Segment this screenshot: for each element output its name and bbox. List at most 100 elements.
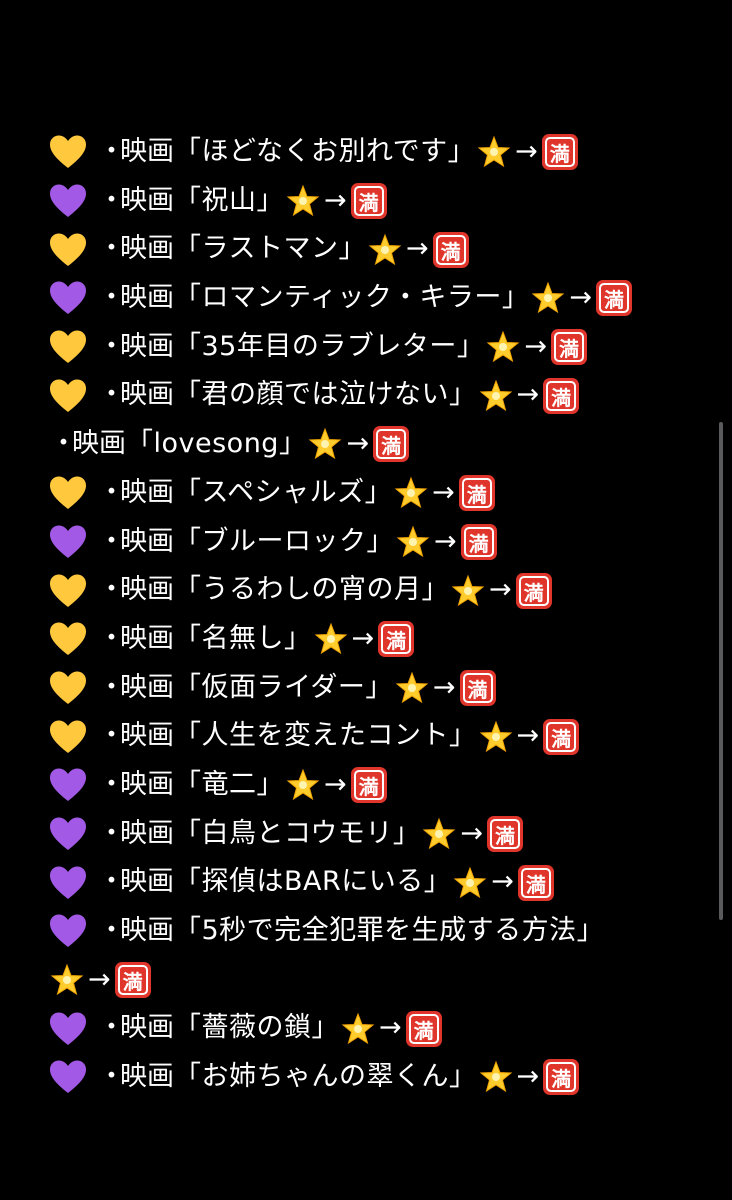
movie-prefix: 映画 (120, 622, 174, 654)
list-item: ・ 映画 「竜二」 → 満 (48, 761, 708, 810)
list-item: ・ 映画 「lovesong」 → 満 (48, 420, 708, 469)
note-list: ・ 映画 「ほどなくお別れです」 → 満 ・ 映画 「祝山」 → 満 ・ 映画 … (48, 128, 708, 1102)
bullet: ・ (98, 866, 125, 898)
list-item: ・ 映画 「ブルーロック」 → 満 (48, 518, 708, 567)
arrow: → (88, 963, 111, 995)
list-item: ・ 映画 「ほどなくお別れです」 → 満 (48, 128, 708, 177)
list-item: ・ 映画 「ラストマン」 → 満 (48, 225, 708, 274)
purple-heart-icon (48, 280, 88, 316)
bullet: ・ (98, 671, 125, 703)
movie-prefix: 映画 (120, 330, 174, 362)
full-badge-icon: 満 (350, 183, 387, 220)
arrow: → (524, 330, 547, 362)
list-item: ・ 映画 「うるわしの宵の月」 → 満 (48, 566, 708, 615)
bullet: ・ (98, 720, 125, 752)
arrow: → (569, 282, 592, 314)
arrow: → (324, 184, 347, 216)
arrow: → (460, 817, 484, 849)
movie-prefix: 映画 (120, 1012, 174, 1044)
full-badge-icon: 満 (517, 864, 554, 901)
bullet: ・ (98, 379, 125, 411)
list-item: ・ 映画 「人生を変えたコント」 → 満 (48, 712, 708, 761)
movie-prefix: 映画 (120, 866, 174, 898)
list-item-continuation: → 満 (48, 956, 708, 1005)
glowing-star-icon (453, 866, 487, 900)
scrollbar[interactable] (719, 422, 723, 920)
movie-prefix: 映画 (120, 768, 174, 800)
list-item: ・ 映画 「薔薇の鎖」 → 満 (48, 1004, 708, 1053)
full-badge-icon: 満 (459, 669, 496, 706)
glowing-star-icon (395, 671, 429, 705)
glowing-star-icon (50, 963, 84, 997)
movie-title: 「お姉ちゃんの翠くん」 (174, 1061, 477, 1093)
movie-prefix: 映画 (120, 184, 174, 216)
arrow: → (516, 720, 540, 752)
movie-prefix: 映画 (120, 379, 174, 411)
glowing-star-icon (531, 281, 565, 315)
glowing-star-icon (394, 476, 428, 510)
list-item: ・ 映画 「お姉ちゃんの翠くん」 → 満 (48, 1053, 708, 1102)
movie-prefix: 映画 (120, 282, 174, 314)
list-item: ・ 映画 「仮面ライダー」 → 満 (48, 664, 708, 713)
movie-title: 「lovesong」 (126, 428, 307, 460)
arrow: → (434, 525, 457, 557)
bullet: ・ (98, 768, 125, 800)
yellow-heart-icon (48, 670, 88, 706)
movie-prefix: 映画 (120, 476, 174, 508)
bullet: ・ (98, 817, 125, 849)
movie-title: 「祝山」 (174, 184, 284, 216)
list-item: ・ 映画 「祝山」 → 満 (48, 177, 708, 226)
purple-heart-icon (48, 865, 88, 901)
arrow: → (346, 428, 370, 460)
bullet: ・ (98, 525, 125, 557)
list-item: ・ 映画 「探偵はBARにいる」 → 満 (48, 858, 708, 907)
movie-title: 「うるわしの宵の月」 (174, 574, 449, 606)
movie-prefix: 映画 (120, 720, 174, 752)
bullet: ・ (98, 622, 125, 654)
list-item: ・ 映画 「ロマンティック・キラー」 → 満 (48, 274, 708, 323)
movie-title: 「ブルーロック」 (174, 525, 394, 557)
movie-title: 「ラストマン」 (174, 233, 366, 265)
arrow: → (324, 768, 347, 800)
purple-heart-icon (48, 913, 88, 949)
bullet: ・ (98, 136, 125, 167)
glowing-star-icon (308, 427, 342, 461)
movie-prefix: 映画 (120, 136, 174, 167)
movie-title: 「名無し」 (174, 622, 312, 654)
bullet: ・ (98, 282, 125, 314)
movie-title: 「5秒で完全犯罪を生成する方法」 (174, 915, 605, 946)
arrow: → (489, 574, 512, 606)
movie-prefix: 映画 (120, 525, 174, 557)
bullet: ・ (98, 184, 125, 216)
movie-title: 「白鳥とコウモリ」 (174, 817, 421, 849)
full-badge-icon: 満 (550, 329, 587, 366)
list-item: ・ 映画 「君の顔では泣けない」 → 満 (48, 371, 708, 420)
arrow: → (516, 379, 540, 411)
full-badge-icon: 満 (378, 621, 415, 658)
purple-heart-icon (48, 1059, 88, 1095)
arrow: → (405, 233, 429, 265)
list-item: ・ 映画 「スペシャルズ」 → 満 (48, 469, 708, 518)
movie-title: 「ロマンティック・キラー」 (174, 282, 530, 314)
yellow-heart-icon (48, 719, 88, 755)
full-badge-icon: 満 (432, 231, 469, 268)
bullet: ・ (98, 330, 125, 362)
movie-title: 「スペシャルズ」 (174, 476, 393, 508)
list-item: ・ 映画 「35年目のラブレター」 → 満 (48, 323, 708, 372)
bullet: ・ (98, 574, 125, 606)
movie-prefix: 映画 (120, 817, 174, 849)
glowing-star-icon (314, 622, 348, 656)
movie-title: 「薔薇の鎖」 (174, 1012, 339, 1044)
list-item: ・ 映画 「白鳥とコウモリ」 → 満 (48, 810, 708, 859)
list-item: ・ 映画 「5秒で完全犯罪を生成する方法」 (48, 907, 708, 956)
purple-heart-icon (48, 816, 88, 852)
yellow-heart-icon (48, 232, 88, 268)
movie-title: 「ほどなくお別れです」 (174, 136, 476, 167)
glowing-star-icon (286, 184, 320, 218)
full-badge-icon: 満 (405, 1010, 442, 1047)
purple-heart-icon (48, 183, 88, 219)
movie-title: 「人生を変えたコント」 (174, 720, 477, 752)
bullet: ・ (98, 1012, 125, 1044)
full-badge-icon: 満 (350, 767, 387, 804)
movie-prefix: 映画 (120, 915, 174, 946)
